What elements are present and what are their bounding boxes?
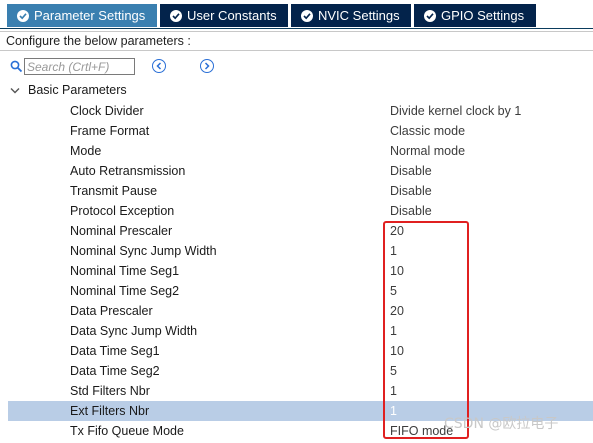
parameter-name: Data Time Seg2 <box>70 364 160 378</box>
parameter-name: Auto Retransmission <box>70 164 186 178</box>
parameter-value[interactable]: 5 <box>390 281 397 301</box>
parameter-value[interactable]: 1 <box>390 381 397 401</box>
parameter-name: Nominal Time Seg1 <box>70 264 180 278</box>
tab-gpio-settings[interactable]: GPIO Settings <box>414 4 536 27</box>
parameter-name: Protocol Exception <box>70 204 175 218</box>
parameter-row[interactable]: Nominal Time Seg2 5 <box>0 281 593 301</box>
tab-nvic-settings[interactable]: NVIC Settings <box>291 4 411 27</box>
parameter-row[interactable]: Clock Divider Divide kernel clock by 1 <box>0 101 593 121</box>
parameter-name: Std Filters Nbr <box>70 384 150 398</box>
parameter-row[interactable]: Data Sync Jump Width 1 <box>0 321 593 341</box>
parameter-value[interactable]: 20 <box>390 301 404 321</box>
search-row <box>0 56 593 78</box>
parameter-name: Data Prescaler <box>70 304 153 318</box>
tab-label: GPIO Settings <box>441 8 525 23</box>
parameter-value[interactable]: Divide kernel clock by 1 <box>390 101 521 121</box>
basic-parameters-group[interactable]: Basic Parameters <box>0 82 593 100</box>
parameter-value[interactable]: 5 <box>390 361 397 381</box>
parameter-value[interactable]: Disable <box>390 201 432 221</box>
check-circle-icon <box>301 9 313 22</box>
parameter-name: Nominal Sync Jump Width <box>70 244 217 258</box>
parameter-row[interactable]: Auto Retransmission Disable <box>0 161 593 181</box>
tab-bar: Parameter Settings User Constants NVIC S… <box>0 0 593 29</box>
search-previous-button[interactable] <box>152 59 166 73</box>
parameter-row[interactable]: Tx Fifo Queue Mode FIFO mode <box>0 421 593 441</box>
parameter-value[interactable]: 1 <box>390 321 397 341</box>
parameter-value[interactable]: 10 <box>390 261 404 281</box>
check-circle-icon <box>170 9 182 22</box>
parameter-row[interactable]: Std Filters Nbr 1 <box>0 381 593 401</box>
parameter-row[interactable]: Transmit Pause Disable <box>0 181 593 201</box>
search-input[interactable] <box>24 58 135 75</box>
tab-label: User Constants <box>187 8 277 23</box>
chevron-left-icon <box>156 62 162 70</box>
tab-label: Parameter Settings <box>34 8 146 23</box>
parameter-row[interactable]: Data Prescaler 20 <box>0 301 593 321</box>
search-next-button[interactable] <box>200 59 214 73</box>
parameter-name: Data Time Seg1 <box>70 344 160 358</box>
parameter-row[interactable]: Protocol Exception Disable <box>0 201 593 221</box>
parameter-name: Tx Fifo Queue Mode <box>70 424 184 438</box>
parameter-name: Mode <box>70 144 102 158</box>
parameter-value[interactable]: 1 <box>390 401 397 421</box>
config-instruction: Configure the below parameters : <box>0 31 593 51</box>
parameter-value[interactable]: Classic mode <box>390 121 465 141</box>
parameter-row[interactable]: Nominal Prescaler 20 <box>0 221 593 241</box>
parameter-value[interactable]: 1 <box>390 241 397 261</box>
parameter-row[interactable]: Nominal Time Seg1 10 <box>0 261 593 281</box>
parameter-name: Clock Divider <box>70 104 144 118</box>
tab-parameter-settings[interactable]: Parameter Settings <box>7 4 157 27</box>
parameter-row[interactable]: Data Time Seg2 5 <box>0 361 593 381</box>
parameter-row[interactable]: Ext Filters Nbr 1 <box>0 401 593 421</box>
parameter-value[interactable]: 10 <box>390 341 404 361</box>
search-icon <box>10 60 23 73</box>
parameter-name: Transmit Pause <box>70 184 158 198</box>
parameter-value[interactable]: Disable <box>390 181 432 201</box>
check-circle-icon <box>424 9 436 22</box>
parameter-value[interactable]: Normal mode <box>390 141 465 161</box>
tab-user-constants[interactable]: User Constants <box>160 4 288 27</box>
parameter-name: Nominal Prescaler <box>70 224 173 238</box>
parameter-value[interactable]: Disable <box>390 161 432 181</box>
check-circle-icon <box>17 9 29 22</box>
parameter-name: Frame Format <box>70 124 150 138</box>
parameter-name: Nominal Time Seg2 <box>70 284 180 298</box>
parameter-name: Data Sync Jump Width <box>70 324 198 338</box>
tab-label: NVIC Settings <box>318 8 400 23</box>
parameter-name: Ext Filters Nbr <box>70 404 150 418</box>
chevron-right-icon <box>204 62 210 70</box>
group-label: Basic Parameters <box>28 83 127 97</box>
parameter-row[interactable]: Nominal Sync Jump Width 1 <box>0 241 593 261</box>
parameter-row[interactable]: Frame Format Classic mode <box>0 121 593 141</box>
parameter-row[interactable]: Mode Normal mode <box>0 141 593 161</box>
parameter-value[interactable]: FIFO mode <box>390 421 453 441</box>
parameter-row[interactable]: Data Time Seg1 10 <box>0 341 593 361</box>
parameter-value[interactable]: 20 <box>390 221 404 241</box>
parameter-list: Clock Divider Divide kernel clock by 1 Fra… <box>0 101 593 441</box>
chevron-down-icon[interactable] <box>10 87 20 95</box>
